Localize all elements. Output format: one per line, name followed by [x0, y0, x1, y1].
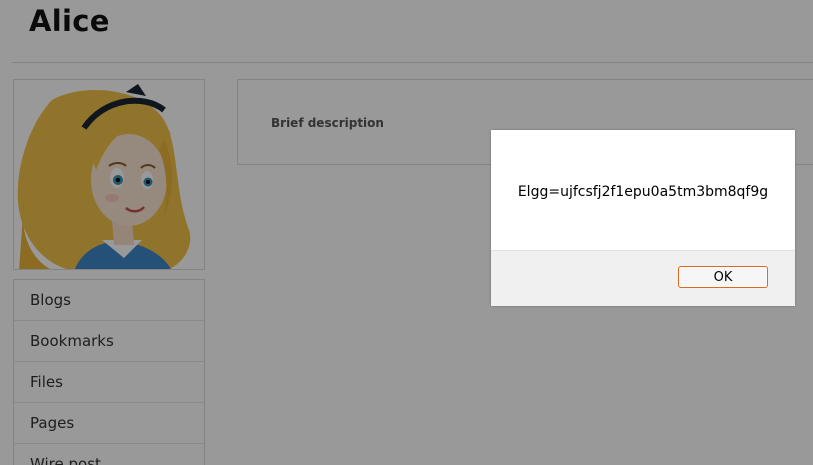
ok-button[interactable]: OK: [678, 266, 768, 288]
alert-message: Elgg=ujfcsfj2f1epu0a5tm3bm8qf9g: [517, 183, 769, 200]
alert-dialog: Elgg=ujfcsfj2f1epu0a5tm3bm8qf9g OK: [491, 130, 795, 306]
alert-footer: OK: [491, 250, 795, 306]
